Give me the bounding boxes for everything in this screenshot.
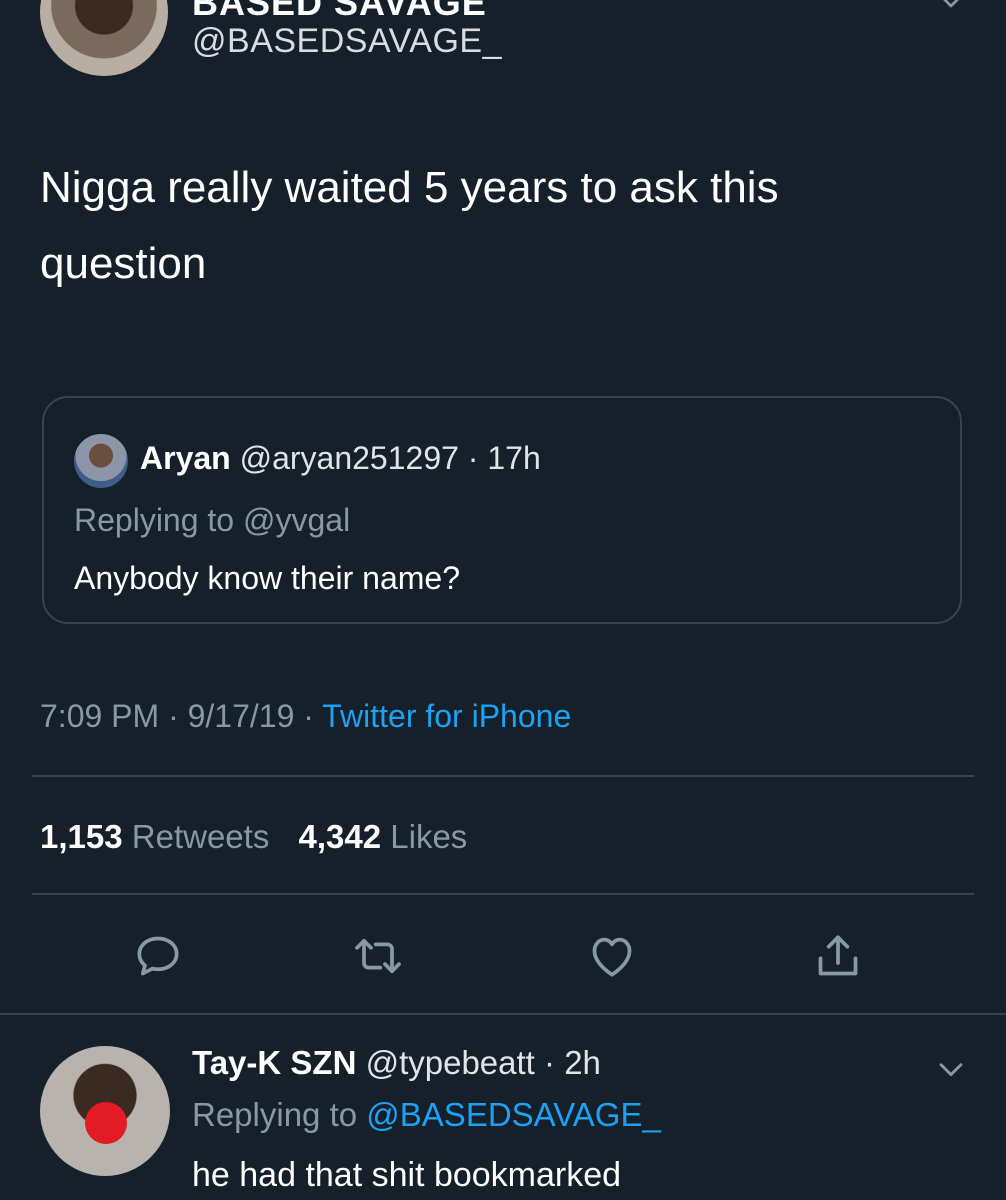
- quoted-tweet-header: Aryan @aryan251297 · 17h: [140, 440, 541, 477]
- quoted-replying-to: Replying to @yvgal: [74, 502, 351, 538]
- author-handle[interactable]: @BASEDSAVAGE_: [192, 22, 502, 61]
- share-icon[interactable]: [810, 928, 866, 984]
- reply-text: he had that shit bookmarked: [192, 1156, 622, 1194]
- tweet-detail-page: BASED SAVAGE @BASEDSAVAGE_ Nigga really …: [0, 0, 1006, 1200]
- replying-prefix: Replying to: [192, 1096, 358, 1133]
- avatar-detail: [85, 1102, 127, 1144]
- retweets-stat[interactable]: 1,153 Retweets: [40, 818, 299, 855]
- retweet-icon[interactable]: [350, 928, 406, 984]
- divider: [0, 1013, 1006, 1015]
- likes-stat[interactable]: 4,342 Likes: [299, 818, 488, 855]
- separator-dot: ·: [168, 698, 179, 734]
- tweet-text-line: question: [40, 239, 207, 288]
- quoted-tweet-card[interactable]: Aryan @aryan251297 · 17h Replying to @yv…: [42, 396, 962, 624]
- separator-dot: ·: [467, 440, 479, 476]
- tweet-source-link[interactable]: Twitter for iPhone: [322, 698, 571, 734]
- tweet-stats: 1,153 Retweets 4,342 Likes: [40, 818, 487, 856]
- tweet-date: 9/17/19: [187, 698, 295, 734]
- retweets-count: 1,153: [40, 818, 123, 855]
- divider: [32, 775, 974, 777]
- reply-author-name[interactable]: Tay-K SZN: [192, 1044, 356, 1081]
- divider: [32, 893, 974, 895]
- chevron-down-icon[interactable]: [934, 1052, 968, 1086]
- quoted-tweet-time: 17h: [487, 440, 541, 476]
- reply-time: 2h: [564, 1044, 601, 1081]
- retweets-label: Retweets: [131, 818, 270, 855]
- separator-dot: ·: [544, 1044, 556, 1081]
- reply-author-handle[interactable]: @typebeatt: [366, 1044, 535, 1081]
- tweet-text: Nigga really waited 5 years to ask this …: [40, 150, 940, 302]
- quoted-tweet-text: Anybody know their name?: [74, 560, 460, 596]
- likes-count: 4,342: [298, 818, 382, 855]
- author-display-name[interactable]: BASED SAVAGE: [192, 0, 487, 24]
- tweet-time: 7:09 PM: [40, 698, 160, 734]
- author-avatar[interactable]: [40, 0, 168, 76]
- heart-icon[interactable]: [584, 928, 640, 984]
- tweet-text-line: Nigga really waited 5 years to ask this: [40, 163, 779, 212]
- separator-dot: ·: [303, 698, 314, 734]
- tweet-meta: 7:09 PM · 9/17/19 · Twitter for iPhone: [40, 698, 571, 735]
- chevron-down-icon[interactable]: [936, 0, 966, 16]
- likes-label: Likes: [390, 818, 468, 855]
- reply-replying-to: Replying to @BASEDSAVAGE_: [192, 1096, 661, 1134]
- reply-author-avatar[interactable]: [40, 1046, 170, 1176]
- reply-header: Tay-K SZN @typebeatt · 2h: [192, 1044, 601, 1082]
- quoted-author-name: Aryan: [140, 440, 231, 476]
- reply-icon[interactable]: [130, 928, 186, 984]
- quoted-author-avatar: [74, 434, 128, 488]
- replying-mention-link[interactable]: @BASEDSAVAGE_: [366, 1096, 661, 1133]
- quoted-author-handle: @aryan251297: [239, 440, 459, 476]
